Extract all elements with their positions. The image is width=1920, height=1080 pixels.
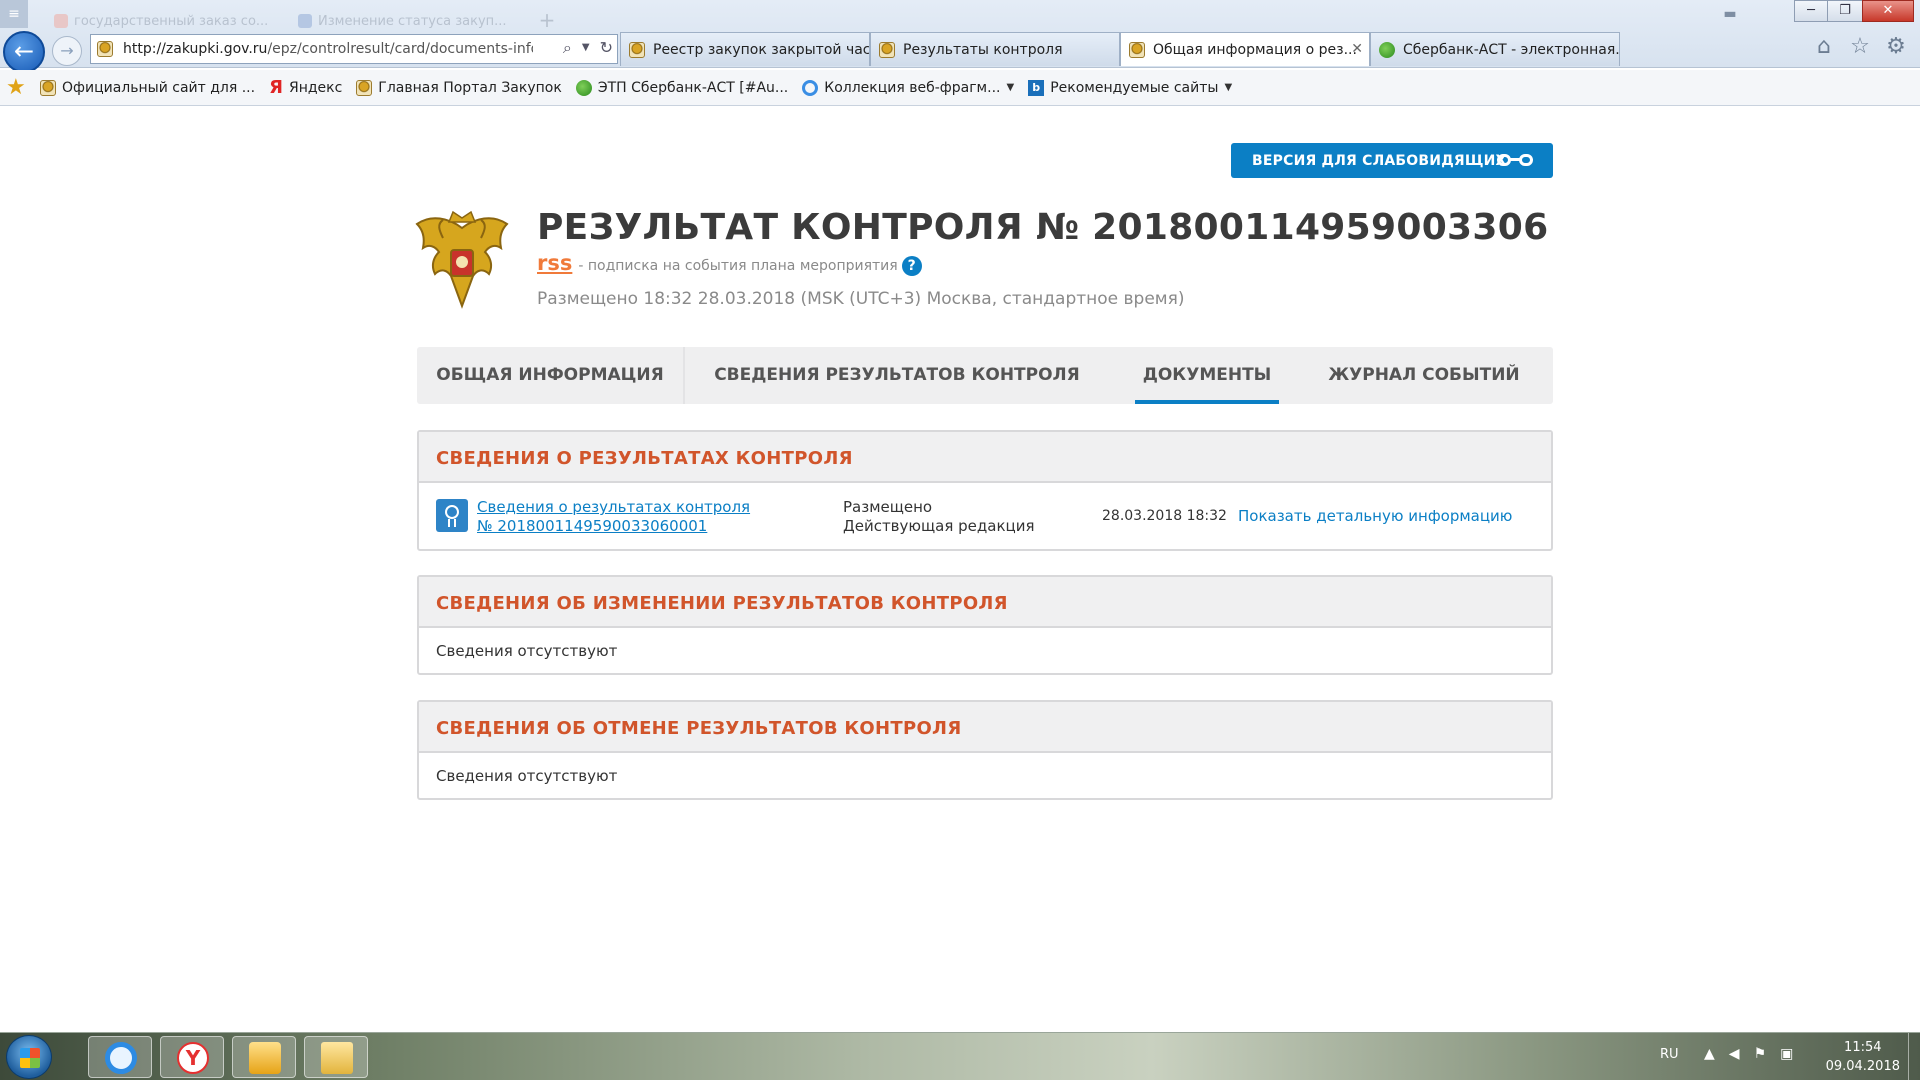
forward-button[interactable]: → xyxy=(52,36,82,66)
search-icon[interactable]: ⌕ xyxy=(563,38,572,58)
tab-general-info[interactable]: ОБЩАЯ ИНФОРМАЦИЯ xyxy=(417,347,685,404)
yandex-icon xyxy=(177,1042,209,1074)
emblem-icon xyxy=(97,41,113,57)
favorite-link[interactable]: Главная Портал Закупок xyxy=(356,79,562,96)
network-icon[interactable]: ▣ xyxy=(1780,1046,1793,1062)
certificate-icon xyxy=(436,499,468,532)
yandex-icon: Я xyxy=(269,77,283,98)
favorites-add-icon[interactable]: ★ xyxy=(6,75,30,100)
restore-icon[interactable]: ▬ xyxy=(1714,6,1746,22)
refresh-icon[interactable]: ↻ xyxy=(600,38,613,58)
tab-control-results[interactable]: СВЕДЕНИЯ РЕЗУЛЬТАТОВ КОНТРОЛЯ xyxy=(685,347,1109,404)
page-title: РЕЗУЛЬТАТ КОНТРОЛЯ № 201800114959003306 xyxy=(537,207,1549,248)
clock[interactable]: 11:54 09.04.2018 xyxy=(1826,1038,1900,1076)
section-title: СВЕДЕНИЯ ОБ ИЗМЕНЕНИИ РЕЗУЛЬТАТОВ КОНТРО… xyxy=(419,577,1551,628)
maximize-button[interactable]: ❐ xyxy=(1828,0,1862,22)
browser-tab[interactable]: Сбербанк-АСТ - электронная... xyxy=(1370,32,1620,66)
page-content: ВЕРСИЯ ДЛЯ СЛАБОВИДЯЩИХ РЕЗУЛЬТАТ КОНТРО… xyxy=(0,107,1920,1032)
navigation-bar: ← → http://zakupki.gov.ru/epz/controlres… xyxy=(0,30,1920,73)
browser-chrome: ≡ государственный заказ со... Изменение … xyxy=(0,0,1920,73)
browser-tab-active[interactable]: Общая информация о рез... ✕ xyxy=(1120,32,1370,66)
ie-icon xyxy=(802,79,819,96)
emblem-icon xyxy=(629,42,645,58)
action-center-icon[interactable]: ⚑ xyxy=(1754,1046,1767,1062)
section-changes: СВЕДЕНИЯ ОБ ИЗМЕНЕНИИ РЕЗУЛЬТАТОВ КОНТРО… xyxy=(417,575,1553,675)
empty-message: Сведения отсутствуют xyxy=(436,642,618,660)
tab-documents[interactable]: ДОКУМЕНТЫ xyxy=(1135,347,1279,404)
favorite-link[interactable]: b Рекомендуемые сайты ▼ xyxy=(1028,79,1233,96)
favorite-link[interactable]: Я Яндекс xyxy=(269,77,342,98)
dropdown-icon[interactable]: ▼ xyxy=(582,38,590,58)
help-icon[interactable]: ? xyxy=(901,256,922,276)
rss-subscription: rss - подписка на события плана мероприят… xyxy=(537,251,922,276)
bing-icon: b xyxy=(1028,79,1045,96)
empty-message: Сведения отсутствуют xyxy=(436,767,618,785)
window-controls: ─ ❐ ✕ xyxy=(1794,0,1914,22)
home-icon[interactable]: ⌂ xyxy=(1810,33,1838,61)
favorite-link[interactable]: Коллекция веб-фрагм... ▼ xyxy=(802,79,1015,96)
favorites-bar: ★ Официальный сайт для ... Я Яндекс Главн… xyxy=(0,70,1920,106)
close-window-button[interactable]: ✕ xyxy=(1862,0,1914,22)
folder-icon xyxy=(321,1042,353,1074)
taskbar-app-yandex[interactable] xyxy=(160,1036,224,1078)
language-indicator[interactable]: RU xyxy=(1660,1047,1679,1062)
page-tabs: ОБЩАЯ ИНФОРМАЦИЯ СВЕДЕНИЯ РЕЗУЛЬТАТОВ КО… xyxy=(417,347,1553,404)
show-hidden-icons-icon[interactable]: ▲ xyxy=(1704,1046,1715,1062)
document-status: Размещено Действующая редакция xyxy=(843,498,1035,535)
emblem-icon xyxy=(879,42,895,58)
windows-logo-icon xyxy=(20,1048,40,1068)
close-tab-icon[interactable]: ✕ xyxy=(1351,41,1363,57)
browser-tab[interactable]: Реестр закупок закрытой час... xyxy=(620,32,870,66)
sberbank-icon xyxy=(575,79,592,96)
emblem-icon xyxy=(40,79,56,96)
section-cancellation: СВЕДЕНИЯ ОБ ОТМЕНЕ РЕЗУЛЬТАТОВ КОНТРОЛЯ … xyxy=(417,700,1553,800)
document-link[interactable]: Сведения о результатах контроля № 201800… xyxy=(477,498,750,536)
address-text[interactable]: http://zakupki.gov.ru/epz/controlresult/… xyxy=(123,41,533,57)
taskbar-app-mail[interactable] xyxy=(232,1036,296,1078)
mail-icon xyxy=(249,1042,281,1074)
ie-icon xyxy=(105,1042,137,1074)
tab-strip: Реестр закупок закрытой час... Результат… xyxy=(620,32,1620,66)
favorites-star-icon[interactable]: ☆ xyxy=(1846,33,1874,61)
globe-icon xyxy=(298,14,312,28)
emblem-icon xyxy=(356,79,373,96)
show-details-link[interactable]: Показать детальную информацию xyxy=(1238,507,1512,525)
taskbar-app-ie[interactable] xyxy=(88,1036,152,1078)
rss-caption: - подписка на события плана мероприятия xyxy=(578,258,898,274)
tab-event-log[interactable]: ЖУРНАЛ СОБЫТИЙ xyxy=(1317,347,1531,404)
glasses-icon xyxy=(1497,152,1533,168)
document-date: 28.03.2018 18:32 xyxy=(1102,508,1227,524)
show-desktop-button[interactable] xyxy=(1908,1033,1920,1080)
emblem-icon xyxy=(1129,42,1145,58)
low-vision-version-button[interactable]: ВЕРСИЯ ДЛЯ СЛАБОВИДЯЩИХ xyxy=(1231,143,1553,178)
back-button[interactable]: ← xyxy=(3,31,45,73)
yandex-icon xyxy=(54,14,68,28)
tab-list-button[interactable]: ≡ xyxy=(0,0,28,28)
section-control-results: СВЕДЕНИЯ О РЕЗУЛЬТАТАХ КОНТРОЛЯ Сведения… xyxy=(417,430,1553,551)
section-title: СВЕДЕНИЯ О РЕЗУЛЬТАТАХ КОНТРОЛЯ xyxy=(419,432,1551,483)
coat-of-arms-icon xyxy=(415,210,509,309)
minimize-button[interactable]: ─ xyxy=(1794,0,1828,22)
sberbank-icon xyxy=(1379,42,1395,58)
taskbar-app-explorer[interactable] xyxy=(304,1036,368,1078)
start-button[interactable] xyxy=(6,1035,52,1079)
address-bar[interactable]: http://zakupki.gov.ru/epz/controlresult/… xyxy=(90,34,618,64)
rss-link[interactable]: rss xyxy=(537,251,572,275)
gear-icon[interactable]: ⚙ xyxy=(1882,33,1910,61)
chevron-down-icon: ▼ xyxy=(1006,82,1015,93)
document-row: Сведения о результатах контроля № 201800… xyxy=(419,483,1551,547)
volume-icon[interactable]: ◀ xyxy=(1729,1046,1740,1062)
posted-date: Размещено 18:32 28.03.2018 (MSK (UTC+3) … xyxy=(537,289,1185,309)
favorite-link[interactable]: Официальный сайт для ... xyxy=(40,79,255,96)
favorite-link[interactable]: ЭТП Сбербанк-АСТ [#Au... xyxy=(575,79,788,96)
system-tray: RU ▲ ◀ ⚑ ▣ 11:54 09.04.2018 xyxy=(1630,1033,1920,1080)
section-title: СВЕДЕНИЯ ОБ ОТМЕНЕ РЕЗУЛЬТАТОВ КОНТРОЛЯ xyxy=(419,702,1551,753)
taskbar: RU ▲ ◀ ⚑ ▣ 11:54 09.04.2018 xyxy=(0,1032,1920,1080)
chevron-down-icon: ▼ xyxy=(1224,82,1233,93)
browser-tab[interactable]: Результаты контроля xyxy=(870,32,1120,66)
